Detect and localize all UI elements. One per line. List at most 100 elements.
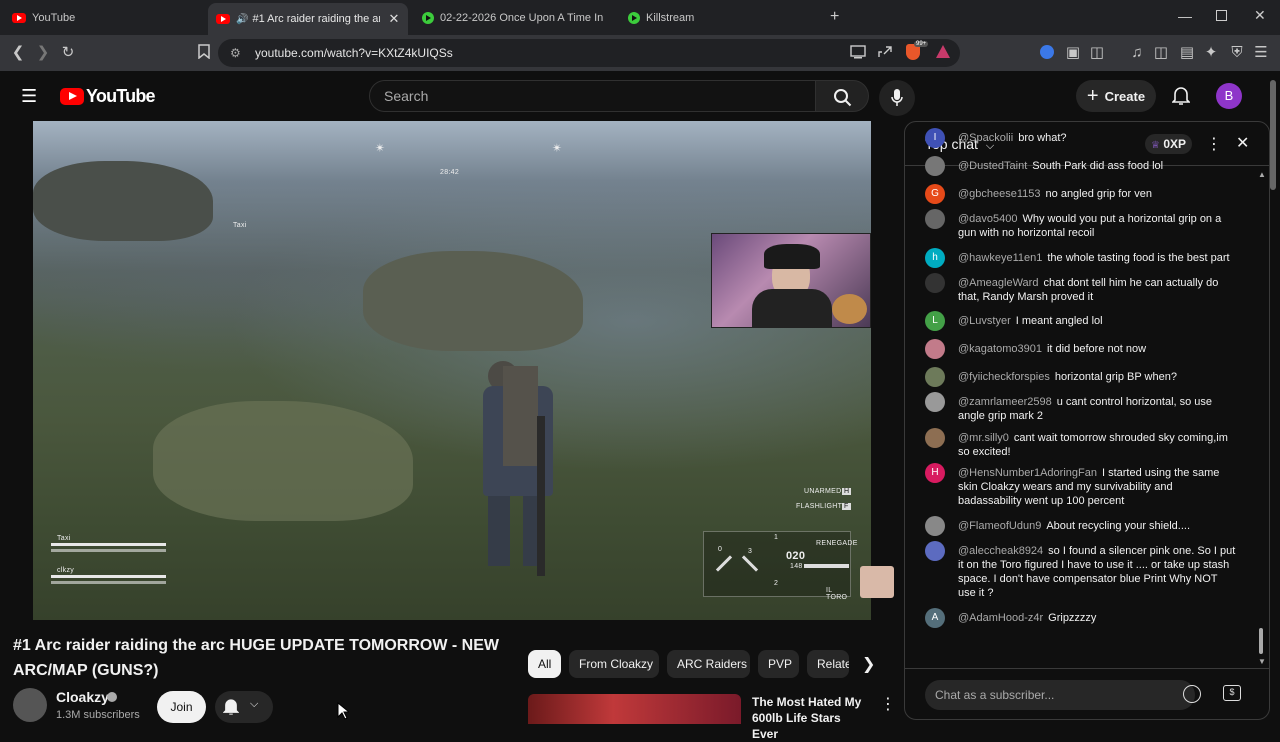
- chat-author-avatar[interactable]: [925, 428, 945, 448]
- video-player[interactable]: 28:42 Taxi ✴ ✴ Taxi clkzy UNARMED H FLAS…: [33, 121, 871, 620]
- recommended-video-title[interactable]: The Most Hated My 600lb Life Stars Ever: [752, 694, 867, 742]
- browser-tab-youtube[interactable]: YouTube: [4, 4, 204, 32]
- chat-author-avatar[interactable]: h: [925, 248, 945, 268]
- address-bar[interactable]: ⚙ youtube.com/watch?v=KXtZ4kUIQSs 99+: [218, 39, 960, 67]
- chat-author-name[interactable]: @gbcheese1153: [958, 188, 1041, 200]
- search-icon: [834, 89, 852, 107]
- page-scrollbar[interactable]: [1270, 80, 1276, 190]
- chat-author-avatar[interactable]: [925, 156, 945, 176]
- notifications-bell-icon[interactable]: [1171, 86, 1191, 111]
- more-vertical-icon[interactable]: ⋮: [880, 694, 896, 714]
- hud-compass-icon: ✴: [375, 141, 386, 155]
- chip-arc-raiders[interactable]: ARC Raiders: [667, 650, 750, 678]
- chat-author-name[interactable]: @Luvstyer: [958, 315, 1011, 327]
- chat-author-name[interactable]: @DustedTaint: [958, 160, 1027, 172]
- chat-author-avatar[interactable]: [925, 367, 945, 387]
- chat-author-avatar[interactable]: L: [925, 311, 945, 331]
- chip-all[interactable]: All: [528, 650, 561, 678]
- chat-author-name[interactable]: @AmeagleWard: [958, 277, 1038, 289]
- chat-author-avatar[interactable]: [925, 516, 945, 536]
- browser-tab-killstream[interactable]: Killstream: [620, 4, 820, 32]
- forward-arrow-icon[interactable]: ❯: [34, 44, 52, 62]
- close-window-button[interactable]: ✕: [1254, 7, 1266, 24]
- brave-rewards-icon[interactable]: [936, 45, 950, 58]
- kick-favicon-icon: [628, 12, 640, 24]
- chat-author-name[interactable]: @fyiicheckforspies: [958, 371, 1050, 383]
- reload-icon[interactable]: ↻: [59, 44, 77, 62]
- url-text[interactable]: youtube.com/watch?v=KXtZ4kUIQSs: [255, 46, 453, 60]
- new-tab-button[interactable]: +: [830, 8, 839, 26]
- chat-author-name[interactable]: @FlameofUdun9: [958, 520, 1041, 532]
- scroll-down-icon[interactable]: ▼: [1258, 657, 1266, 666]
- chat-author-avatar[interactable]: [925, 273, 945, 293]
- chat-author-avatar[interactable]: H: [925, 463, 945, 483]
- media-controls-icon[interactable]: ♫: [1128, 44, 1146, 62]
- leo-ai-icon[interactable]: ✦: [1202, 44, 1220, 62]
- super-chat-icon[interactable]: $: [1223, 685, 1241, 701]
- chat-message-body: @aleccheak8924 so I found a silencer pink…: [958, 544, 1238, 600]
- chat-author-name[interactable]: @davo5400: [958, 213, 1018, 225]
- minimize-window-button[interactable]: —: [1178, 8, 1192, 24]
- subscriber-count: 1.3M subscribers: [56, 709, 140, 721]
- share-icon[interactable]: [877, 45, 893, 64]
- browser-tab-kick-vod[interactable]: 02-22-2026 Once Upon A Time In M: [414, 4, 614, 32]
- chat-author-name[interactable]: @HensNumber1AdoringFan: [958, 467, 1097, 479]
- chat-author-name[interactable]: @AdamHood-z4r: [958, 612, 1043, 624]
- chat-author-avatar[interactable]: G: [925, 184, 945, 204]
- cast-icon[interactable]: [850, 45, 866, 64]
- subscription-bell-button[interactable]: ⌵: [215, 691, 273, 723]
- site-info-icon[interactable]: ⚙: [230, 46, 241, 60]
- vpn-extension-icon[interactable]: [1040, 45, 1054, 59]
- chat-footer: Chat as a subscriber... $: [905, 668, 1269, 719]
- chat-scrollbar[interactable]: ▲ ▼: [1258, 170, 1266, 666]
- vpn-shield-icon[interactable]: ⛨: [1228, 44, 1246, 62]
- create-button[interactable]: + Create: [1076, 80, 1156, 112]
- emoji-icon[interactable]: [1183, 685, 1201, 703]
- youtube-logo-icon[interactable]: [60, 88, 84, 105]
- browser-tab-active-video[interactable]: 🔊 #1 Arc raider raiding the arc H ✕: [208, 3, 408, 35]
- chat-author-avatar[interactable]: [925, 339, 945, 359]
- youtube-logo-text[interactable]: YouTube: [86, 86, 156, 107]
- search-input[interactable]: Search: [369, 80, 816, 112]
- chat-author-name[interactable]: @aleccheak8924: [958, 545, 1043, 557]
- chat-author-avatar[interactable]: [925, 392, 945, 412]
- chat-author-avatar[interactable]: [925, 209, 945, 229]
- chat-author-name[interactable]: @zamrlameer2598: [958, 396, 1052, 408]
- chat-input[interactable]: Chat as a subscriber...: [925, 680, 1195, 710]
- voice-search-button[interactable]: [879, 80, 915, 116]
- chat-author-avatar[interactable]: [925, 541, 945, 561]
- channel-name[interactable]: Cloakzy: [56, 689, 109, 705]
- live-chat-panel: Top chat ⌵ ♕ 0XP ⋮ ✕ I @Spackolii bro what…: [904, 121, 1270, 720]
- chat-author-name[interactable]: @mr.silly0: [958, 432, 1009, 444]
- search-button[interactable]: [815, 80, 869, 112]
- chat-author-avatar[interactable]: A: [925, 608, 945, 628]
- chat-message-body: @AdamHood-z4r Gripzzzzy: [958, 611, 1238, 625]
- maximize-window-button[interactable]: [1216, 10, 1227, 21]
- chevron-down-icon: ⌵: [250, 698, 259, 710]
- bookmark-icon[interactable]: [195, 44, 213, 64]
- rifle-icon: [804, 564, 849, 568]
- chip-related[interactable]: Related: [807, 650, 849, 678]
- chevron-right-icon[interactable]: ❯: [862, 654, 875, 674]
- screenshot-extension-icon[interactable]: ◫: [1088, 44, 1106, 62]
- chat-author-name[interactable]: @hawkeye11en1: [958, 252, 1042, 264]
- chip-from-cloakzy[interactable]: From Cloakzy: [569, 650, 659, 678]
- join-button[interactable]: Join: [157, 691, 206, 723]
- speaker-icon[interactable]: 🔊: [236, 14, 248, 25]
- back-arrow-icon[interactable]: ❮: [9, 44, 27, 62]
- chat-author-name[interactable]: @Spackolii: [958, 132, 1013, 144]
- close-tab-icon[interactable]: ✕: [388, 11, 399, 27]
- channel-avatar[interactable]: [13, 688, 47, 722]
- close-chat-icon[interactable]: ✕: [1236, 133, 1249, 153]
- sidebar-toggle-icon[interactable]: ◫: [1152, 44, 1170, 62]
- extensions-puzzle-icon[interactable]: ▣: [1064, 44, 1082, 62]
- account-avatar[interactable]: B: [1216, 83, 1242, 109]
- browser-menu-icon[interactable]: ☰: [1252, 44, 1270, 62]
- scroll-up-icon[interactable]: ▲: [1258, 170, 1266, 179]
- chat-scroll-thumb[interactable]: [1259, 628, 1263, 654]
- hamburger-menu-icon[interactable]: ☰: [21, 86, 37, 107]
- chat-author-name[interactable]: @kagatomo3901: [958, 343, 1042, 355]
- chip-pvp[interactable]: PVP: [758, 650, 799, 678]
- chat-author-avatar[interactable]: I: [925, 128, 945, 148]
- wallet-icon[interactable]: ▤: [1178, 44, 1196, 62]
